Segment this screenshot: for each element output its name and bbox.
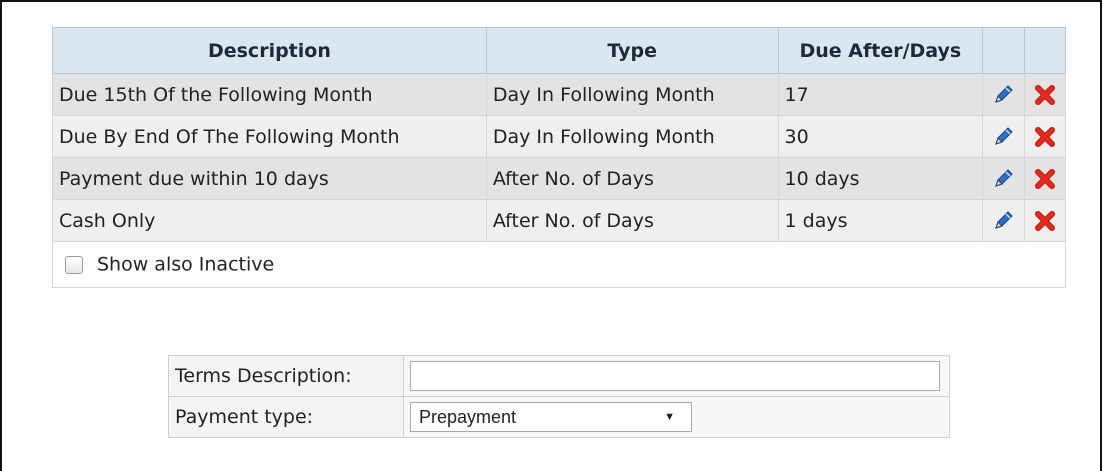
cell-type: Day In Following Month xyxy=(485,115,779,158)
form-row-terms: Terms Description: xyxy=(168,355,950,397)
payment-type-cell: Prepayment ▼ xyxy=(403,396,950,438)
terms-description-input[interactable] xyxy=(410,361,940,391)
table-row: Due By End Of The Following Month Day In… xyxy=(52,115,1067,158)
table-row: Due 15th Of the Following Month Day In F… xyxy=(52,73,1067,116)
page-frame: Description Type Due After/Days Due 15th… xyxy=(0,0,1102,471)
show-inactive-checkbox[interactable] xyxy=(65,255,83,274)
table-header-row: Description Type Due After/Days xyxy=(52,27,1067,74)
delete-button[interactable] xyxy=(1023,73,1067,116)
column-header-type[interactable]: Type xyxy=(485,27,779,74)
delete-button[interactable] xyxy=(1023,199,1067,242)
cell-description: Payment due within 10 days xyxy=(52,157,487,200)
cell-due: 1 days xyxy=(777,199,984,242)
column-header-edit xyxy=(982,27,1025,74)
column-header-due[interactable]: Due After/Days xyxy=(777,27,984,74)
payment-type-label: Payment type: xyxy=(168,396,404,438)
cell-description: Cash Only xyxy=(52,199,487,242)
new-term-form: Terms Description: Payment type: Prepaym… xyxy=(168,355,950,438)
chevron-down-icon: ▼ xyxy=(664,411,675,423)
edit-button[interactable] xyxy=(982,115,1025,158)
terms-description-label: Terms Description: xyxy=(168,355,404,397)
delete-x-icon xyxy=(1034,210,1055,231)
terms-description-cell xyxy=(403,355,950,397)
column-header-description[interactable]: Description xyxy=(52,27,487,74)
cell-type: After No. of Days xyxy=(485,199,779,242)
cell-type: Day In Following Month xyxy=(485,73,779,116)
pencil-icon xyxy=(995,210,1014,229)
payment-terms-table: Description Type Due After/Days Due 15th… xyxy=(52,27,1067,288)
table-row: Cash Only After No. of Days 1 days xyxy=(52,199,1067,242)
delete-x-icon xyxy=(1034,168,1055,189)
cell-due: 30 xyxy=(777,115,984,158)
edit-button[interactable] xyxy=(982,157,1025,200)
show-inactive-row: Show also Inactive xyxy=(52,241,1066,288)
cell-due: 10 days xyxy=(777,157,984,200)
edit-button[interactable] xyxy=(982,73,1025,116)
cell-type: After No. of Days xyxy=(485,157,779,200)
cell-description: Due By End Of The Following Month xyxy=(52,115,487,158)
show-inactive-label[interactable]: Show also Inactive xyxy=(97,254,274,276)
column-header-delete xyxy=(1023,27,1067,74)
payment-type-select[interactable]: Prepayment ▼ xyxy=(410,402,692,432)
edit-button[interactable] xyxy=(982,199,1025,242)
pencil-icon xyxy=(995,84,1014,103)
table-row: Payment due within 10 days After No. of … xyxy=(52,157,1067,200)
cell-description: Due 15th Of the Following Month xyxy=(52,73,487,116)
show-inactive-cell: Show also Inactive xyxy=(52,241,1066,288)
delete-x-icon xyxy=(1034,126,1055,147)
pencil-icon xyxy=(995,168,1014,187)
pencil-icon xyxy=(995,126,1014,145)
delete-button[interactable] xyxy=(1023,157,1067,200)
delete-x-icon xyxy=(1034,84,1055,105)
delete-button[interactable] xyxy=(1023,115,1067,158)
form-row-payment: Payment type: Prepayment ▼ xyxy=(168,396,950,438)
payment-type-selected: Prepayment xyxy=(419,407,517,427)
cell-due: 17 xyxy=(777,73,984,116)
